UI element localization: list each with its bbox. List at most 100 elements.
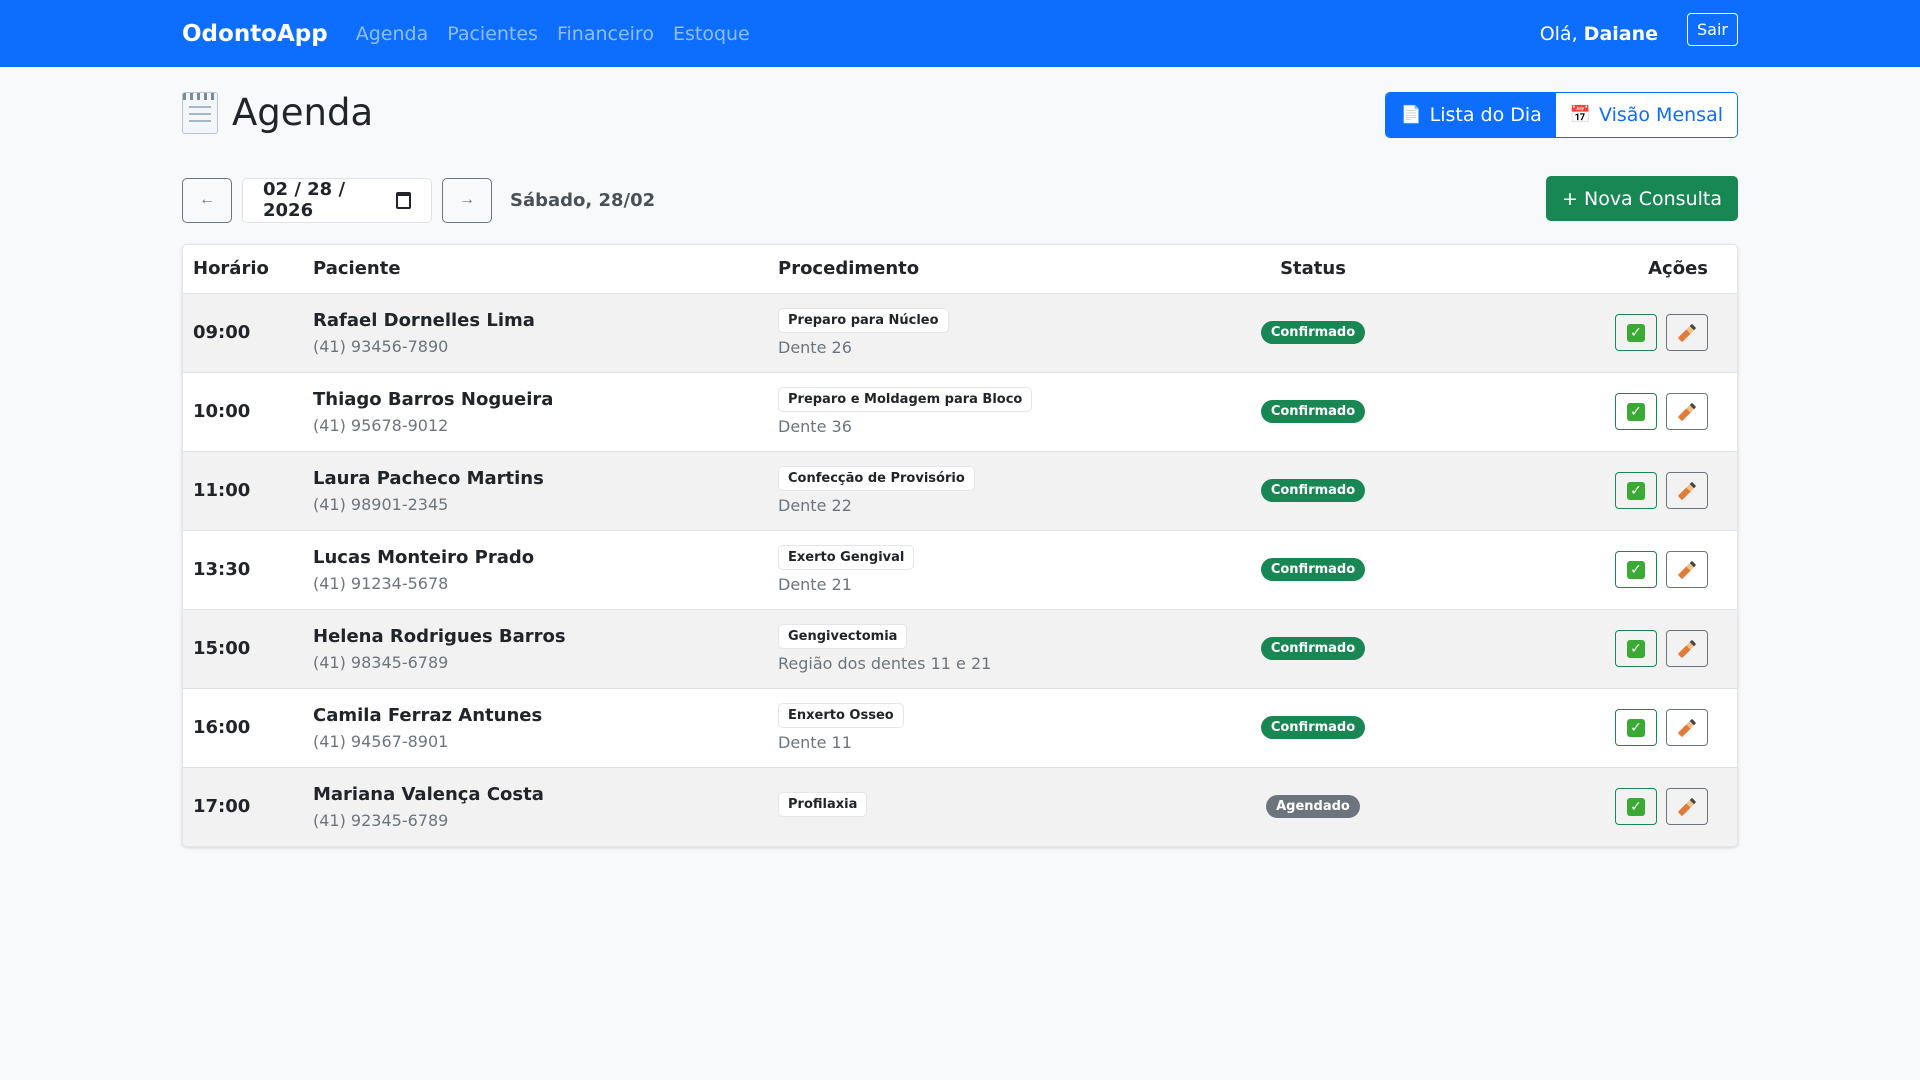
patient-name: Rafael Dornelles Lima bbox=[313, 309, 535, 331]
procedure-badge: Enxerto Osseo bbox=[778, 703, 904, 728]
table-row: 10:00 Thiago Barros Nogueira (41) 95678-9… bbox=[183, 372, 1737, 452]
check-mark-icon: ✓ bbox=[1627, 323, 1645, 342]
procedure-cell: Exerto Gengival Dente 21 bbox=[768, 530, 1208, 610]
actions-cell: ✓ bbox=[1418, 530, 1737, 610]
status-badge: Confirmado bbox=[1260, 558, 1366, 581]
status-badge: Confirmado bbox=[1260, 321, 1366, 344]
confirm-button[interactable]: ✓ bbox=[1615, 472, 1657, 509]
procedure-cell: Confecção de Provisório Dente 22 bbox=[768, 451, 1208, 531]
appointment-time: 10:00 bbox=[193, 401, 251, 422]
status-cell: Agendado bbox=[1208, 767, 1418, 846]
confirm-button[interactable]: ✓ bbox=[1615, 314, 1657, 351]
patient-phone: (41) 92345-6789 bbox=[313, 810, 449, 830]
patient-cell: Laura Pacheco Martins (41) 98901-2345 bbox=[303, 451, 768, 531]
actions-cell: ✓ bbox=[1418, 293, 1737, 373]
user-area: Olá, Daiane Sair bbox=[1540, 0, 1738, 67]
edit-button[interactable] bbox=[1666, 709, 1708, 746]
nav-link-agenda[interactable]: Agenda bbox=[356, 23, 429, 45]
table-row: 16:00 Camila Ferraz Antunes (41) 94567-89… bbox=[183, 688, 1737, 768]
check-mark-icon: ✓ bbox=[1627, 718, 1645, 737]
user-greeting: Olá, Daiane bbox=[1540, 23, 1658, 45]
header-actions: Ações bbox=[1418, 245, 1737, 294]
time-cell: 10:00 bbox=[183, 372, 303, 452]
procedure-note: Dente 21 bbox=[778, 575, 852, 594]
selected-day-label: Sábado, 28/02 bbox=[510, 189, 656, 211]
calendar-picker-icon[interactable] bbox=[395, 191, 411, 209]
table-row: 13:30 Lucas Monteiro Prado (41) 91234-567… bbox=[183, 530, 1737, 610]
patient-name: Thiago Barros Nogueira bbox=[313, 388, 554, 410]
patient-cell: Rafael Dornelles Lima (41) 93456-7890 bbox=[303, 293, 768, 373]
status-cell: Confirmado bbox=[1208, 372, 1418, 452]
next-day-button[interactable]: → bbox=[442, 177, 492, 223]
confirm-button[interactable]: ✓ bbox=[1615, 709, 1657, 746]
main-content: Agenda 📄 Lista do Dia 📅 Visão Mensal ← 0… bbox=[0, 67, 1920, 847]
check-mark-icon: ✓ bbox=[1627, 481, 1645, 500]
monthly-view-button[interactable]: 📅 Visão Mensal bbox=[1555, 93, 1737, 137]
patient-cell: Lucas Monteiro Prado (41) 91234-5678 bbox=[303, 530, 768, 610]
check-mark-icon: ✓ bbox=[1627, 639, 1645, 658]
previous-day-button[interactable]: ← bbox=[182, 177, 232, 223]
edit-button[interactable] bbox=[1666, 630, 1708, 667]
pencil-icon bbox=[1677, 718, 1697, 737]
date-input[interactable]: 02 / 28 / 2026 bbox=[242, 177, 432, 223]
confirm-button[interactable]: ✓ bbox=[1615, 788, 1657, 826]
appointment-time: 15:00 bbox=[193, 638, 251, 659]
patient-phone: (41) 98901-2345 bbox=[313, 494, 449, 514]
procedure-cell: Profilaxia bbox=[768, 767, 1208, 846]
top-navbar: OdontoApp Agenda Pacientes Financeiro Es… bbox=[0, 0, 1920, 67]
edit-button[interactable] bbox=[1666, 472, 1708, 509]
nav-link-estoque[interactable]: Estoque bbox=[673, 23, 750, 45]
brand-logo[interactable]: OdontoApp bbox=[182, 21, 328, 47]
appointments-table: Horário Paciente Procedimento Status Açõ… bbox=[183, 245, 1737, 846]
status-badge: Confirmado bbox=[1260, 637, 1366, 660]
header-status: Status bbox=[1208, 245, 1418, 294]
day-list-button[interactable]: 📄 Lista do Dia bbox=[1386, 93, 1556, 137]
day-list-label: Lista do Dia bbox=[1429, 104, 1542, 126]
actions-cell: ✓ bbox=[1418, 451, 1737, 531]
pencil-icon bbox=[1677, 639, 1697, 658]
status-badge: Agendado bbox=[1266, 795, 1360, 819]
appointment-time: 09:00 bbox=[193, 322, 251, 343]
procedure-note: Dente 11 bbox=[778, 733, 852, 752]
header-time: Horário bbox=[183, 245, 303, 294]
patient-phone: (41) 98345-6789 bbox=[313, 652, 449, 672]
edit-button[interactable] bbox=[1666, 314, 1708, 351]
actions-cell: ✓ bbox=[1418, 688, 1737, 768]
pencil-icon bbox=[1677, 481, 1697, 500]
status-cell: Confirmado bbox=[1208, 293, 1418, 373]
procedure-badge: Confecção de Provisório bbox=[778, 466, 975, 491]
status-cell: Confirmado bbox=[1208, 451, 1418, 531]
new-appointment-button[interactable]: + Nova Consulta bbox=[1546, 176, 1738, 221]
procedure-badge: Profilaxia bbox=[778, 791, 868, 817]
procedure-badge: Preparo e Moldagem para Bloco bbox=[778, 387, 1033, 412]
patient-cell: Thiago Barros Nogueira (41) 95678-9012 bbox=[303, 372, 768, 452]
confirm-button[interactable]: ✓ bbox=[1615, 630, 1657, 667]
patient-name: Laura Pacheco Martins bbox=[313, 467, 544, 489]
edit-button[interactable] bbox=[1666, 788, 1708, 826]
confirm-button[interactable]: ✓ bbox=[1615, 551, 1657, 588]
monthly-view-label: Visão Mensal bbox=[1598, 104, 1723, 126]
page-title-text: Agenda bbox=[232, 91, 374, 134]
confirm-button[interactable]: ✓ bbox=[1615, 393, 1657, 430]
edit-button[interactable] bbox=[1666, 393, 1708, 430]
patient-phone: (41) 93456-7890 bbox=[313, 336, 449, 356]
patient-phone: (41) 94567-8901 bbox=[313, 731, 449, 751]
edit-button[interactable] bbox=[1666, 551, 1708, 588]
status-badge: Confirmado bbox=[1260, 479, 1366, 502]
patient-cell: Camila Ferraz Antunes (41) 94567-8901 bbox=[303, 688, 768, 768]
pencil-icon bbox=[1677, 560, 1697, 579]
check-mark-icon: ✓ bbox=[1627, 402, 1645, 421]
pencil-icon bbox=[1677, 402, 1697, 421]
table-header-row: Horário Paciente Procedimento Status Açõ… bbox=[183, 245, 1737, 294]
table-row: 17:00 Mariana Valença Costa (41) 92345-67… bbox=[183, 767, 1737, 846]
page-header: Agenda 📄 Lista do Dia 📅 Visão Mensal bbox=[182, 67, 1738, 160]
patient-phone: (41) 95678-9012 bbox=[313, 415, 449, 435]
logout-button[interactable]: Sair bbox=[1687, 13, 1738, 46]
pencil-icon bbox=[1677, 323, 1697, 342]
greeting-prefix: Olá, bbox=[1539, 22, 1578, 45]
nav-link-financeiro[interactable]: Financeiro bbox=[557, 23, 654, 45]
time-cell: 13:30 bbox=[183, 530, 303, 610]
procedure-note: Dente 26 bbox=[778, 338, 852, 357]
procedure-cell: Preparo e Moldagem para Bloco Dente 36 bbox=[768, 372, 1208, 452]
nav-link-pacientes[interactable]: Pacientes bbox=[447, 23, 538, 45]
